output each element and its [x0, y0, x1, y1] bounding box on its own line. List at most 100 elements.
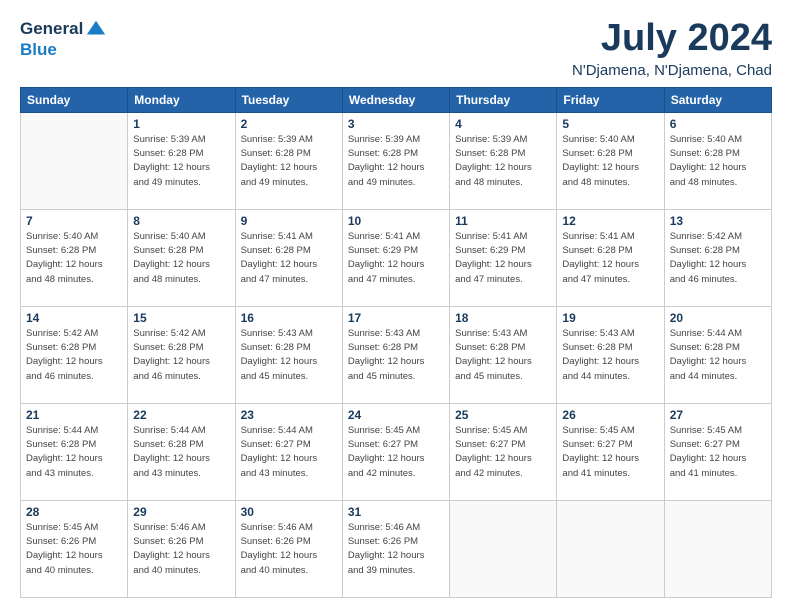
table-row: 12Sunrise: 5:41 AM Sunset: 6:28 PM Dayli… [557, 209, 664, 306]
table-row: 27 Sunrise: 5:45 AM Sunset: 6:27 PM Dayli… [664, 403, 771, 500]
week-row-1: 1 Sunrise: 5:39 AM Sunset: 6:28 PM Daylig… [21, 112, 772, 209]
page: General Blue July 2024 N'Djamena, N'Djam… [0, 0, 792, 612]
logo-general: General [20, 19, 83, 39]
day-info: Sunrise: 5:39 AM Sunset: 6:28 PM Dayligh… [348, 133, 444, 190]
day-info: Sunrise: 5:44 AM Sunset: 6:28 PM Dayligh… [670, 327, 766, 384]
month-title: July 2024 [572, 18, 772, 60]
table-row: 30Sunrise: 5:46 AM Sunset: 6:26 PM Dayli… [235, 500, 342, 597]
header: General Blue July 2024 N'Djamena, N'Djam… [20, 18, 772, 79]
table-row [557, 500, 664, 597]
day-number: 14 [26, 311, 122, 325]
table-row: 8 Sunrise: 5:40 AM Sunset: 6:28 PM Daylig… [128, 209, 235, 306]
day-info: Sunrise: 5:40 AM Sunset: 6:28 PM Dayligh… [670, 133, 766, 190]
table-row: 5 Sunrise: 5:40 AM Sunset: 6:28 PM Daylig… [557, 112, 664, 209]
table-row [450, 500, 557, 597]
week-row-2: 7 Sunrise: 5:40 AM Sunset: 6:28 PM Daylig… [21, 209, 772, 306]
day-info: Sunrise: 5:40 AM Sunset: 6:28 PM Dayligh… [26, 230, 122, 287]
col-monday: Monday [128, 87, 235, 112]
day-info: Sunrise: 5:42 AM Sunset: 6:28 PM Dayligh… [133, 327, 229, 384]
table-row: 25 Sunrise: 5:45 AM Sunset: 6:27 PM Dayli… [450, 403, 557, 500]
day-number: 9 [241, 214, 337, 228]
logo-blue: Blue [20, 40, 57, 59]
day-number: 10 [348, 214, 444, 228]
table-row: 29 Sunrise: 5:46 AM Sunset: 6:26 PM Dayli… [128, 500, 235, 597]
table-row: 19 Sunrise: 5:43 AM Sunset: 6:28 PM Dayli… [557, 306, 664, 403]
table-row: 11 Sunrise: 5:41 AM Sunset: 6:29 PM Dayli… [450, 209, 557, 306]
day-info: Sunrise: 5:40 AM Sunset: 6:28 PM Dayligh… [562, 133, 658, 190]
day-info: Sunrise: 5:42 AM Sunset: 6:28 PM Dayligh… [670, 230, 766, 287]
day-number: 21 [26, 408, 122, 422]
day-info: Sunrise: 5:45 AM Sunset: 6:27 PM Dayligh… [348, 424, 444, 481]
table-row: 20Sunrise: 5:44 AM Sunset: 6:28 PM Dayli… [664, 306, 771, 403]
table-row: 22 Sunrise: 5:44 AM Sunset: 6:28 PM Dayli… [128, 403, 235, 500]
day-number: 18 [455, 311, 551, 325]
table-row: 7 Sunrise: 5:40 AM Sunset: 6:28 PM Daylig… [21, 209, 128, 306]
day-info: Sunrise: 5:43 AM Sunset: 6:28 PM Dayligh… [241, 327, 337, 384]
day-info: Sunrise: 5:45 AM Sunset: 6:27 PM Dayligh… [562, 424, 658, 481]
day-number: 5 [562, 117, 658, 131]
day-number: 3 [348, 117, 444, 131]
table-row: 24Sunrise: 5:45 AM Sunset: 6:27 PM Dayli… [342, 403, 449, 500]
table-row: 10 Sunrise: 5:41 AM Sunset: 6:29 PM Dayli… [342, 209, 449, 306]
day-number: 6 [670, 117, 766, 131]
table-row [21, 112, 128, 209]
day-info: Sunrise: 5:39 AM Sunset: 6:28 PM Dayligh… [241, 133, 337, 190]
day-info: Sunrise: 5:41 AM Sunset: 6:29 PM Dayligh… [348, 230, 444, 287]
col-saturday: Saturday [664, 87, 771, 112]
day-number: 7 [26, 214, 122, 228]
header-row: Sunday Monday Tuesday Wednesday Thursday… [21, 87, 772, 112]
table-row: 13 Sunrise: 5:42 AM Sunset: 6:28 PM Dayli… [664, 209, 771, 306]
day-info: Sunrise: 5:44 AM Sunset: 6:27 PM Dayligh… [241, 424, 337, 481]
day-info: Sunrise: 5:41 AM Sunset: 6:28 PM Dayligh… [241, 230, 337, 287]
table-row: 15 Sunrise: 5:42 AM Sunset: 6:28 PM Dayli… [128, 306, 235, 403]
day-info: Sunrise: 5:43 AM Sunset: 6:28 PM Dayligh… [562, 327, 658, 384]
week-row-4: 21 Sunrise: 5:44 AM Sunset: 6:28 PM Dayli… [21, 403, 772, 500]
table-row [664, 500, 771, 597]
col-tuesday: Tuesday [235, 87, 342, 112]
table-row: 3 Sunrise: 5:39 AM Sunset: 6:28 PM Daylig… [342, 112, 449, 209]
day-info: Sunrise: 5:45 AM Sunset: 6:27 PM Dayligh… [670, 424, 766, 481]
day-number: 8 [133, 214, 229, 228]
day-info: Sunrise: 5:39 AM Sunset: 6:28 PM Dayligh… [455, 133, 551, 190]
col-thursday: Thursday [450, 87, 557, 112]
day-number: 25 [455, 408, 551, 422]
table-row: 4 Sunrise: 5:39 AM Sunset: 6:28 PM Daylig… [450, 112, 557, 209]
day-number: 28 [26, 505, 122, 519]
day-number: 31 [348, 505, 444, 519]
day-number: 16 [241, 311, 337, 325]
day-info: Sunrise: 5:44 AM Sunset: 6:28 PM Dayligh… [133, 424, 229, 481]
day-info: Sunrise: 5:43 AM Sunset: 6:28 PM Dayligh… [348, 327, 444, 384]
title-block: July 2024 N'Djamena, N'Djamena, Chad [572, 18, 772, 79]
day-info: Sunrise: 5:45 AM Sunset: 6:27 PM Dayligh… [455, 424, 551, 481]
logo-blue-text: Blue [20, 40, 57, 60]
day-number: 19 [562, 311, 658, 325]
day-number: 29 [133, 505, 229, 519]
table-row: 14Sunrise: 5:42 AM Sunset: 6:28 PM Dayli… [21, 306, 128, 403]
day-number: 4 [455, 117, 551, 131]
day-number: 1 [133, 117, 229, 131]
logo: General Blue [20, 18, 107, 60]
day-info: Sunrise: 5:41 AM Sunset: 6:29 PM Dayligh… [455, 230, 551, 287]
day-info: Sunrise: 5:46 AM Sunset: 6:26 PM Dayligh… [133, 521, 229, 578]
logo-icon [85, 18, 107, 40]
day-info: Sunrise: 5:46 AM Sunset: 6:26 PM Dayligh… [241, 521, 337, 578]
day-number: 13 [670, 214, 766, 228]
day-info: Sunrise: 5:40 AM Sunset: 6:28 PM Dayligh… [133, 230, 229, 287]
calendar: Sunday Monday Tuesday Wednesday Thursday… [20, 87, 772, 598]
table-row: 6 Sunrise: 5:40 AM Sunset: 6:28 PM Daylig… [664, 112, 771, 209]
table-row: 9 Sunrise: 5:41 AM Sunset: 6:28 PM Daylig… [235, 209, 342, 306]
table-row: 26 Sunrise: 5:45 AM Sunset: 6:27 PM Dayli… [557, 403, 664, 500]
day-info: Sunrise: 5:43 AM Sunset: 6:28 PM Dayligh… [455, 327, 551, 384]
day-info: Sunrise: 5:41 AM Sunset: 6:28 PM Dayligh… [562, 230, 658, 287]
table-row: 1Sunrise: 5:39 AM Sunset: 6:28 PM Daylig… [128, 112, 235, 209]
day-number: 26 [562, 408, 658, 422]
table-row: 17Sunrise: 5:43 AM Sunset: 6:28 PM Dayli… [342, 306, 449, 403]
day-number: 27 [670, 408, 766, 422]
day-number: 11 [455, 214, 551, 228]
table-row: 21Sunrise: 5:44 AM Sunset: 6:28 PM Dayli… [21, 403, 128, 500]
location-title: N'Djamena, N'Djamena, Chad [572, 62, 772, 79]
week-row-3: 14 Sunrise: 5:42 AM Sunset: 6:28 PM Dayli… [21, 306, 772, 403]
day-number: 15 [133, 311, 229, 325]
day-number: 22 [133, 408, 229, 422]
table-row: 31Sunrise: 5:46 AM Sunset: 6:26 PM Dayli… [342, 500, 449, 597]
